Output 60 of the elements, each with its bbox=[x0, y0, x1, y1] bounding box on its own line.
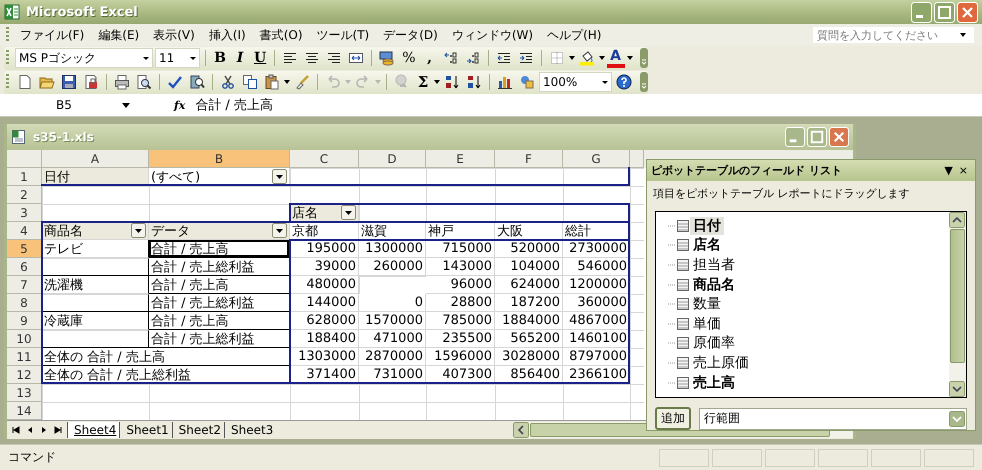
table-cell: 104000 bbox=[495, 258, 563, 276]
table-cell: 1300000 bbox=[359, 240, 426, 258]
status-text: コマンド bbox=[8, 449, 56, 466]
table-cell: 合計 / 売上総利益 bbox=[149, 294, 290, 312]
table-cell: 520000 bbox=[495, 240, 563, 258]
panel-title: ピボットテーブルのフィールド リスト bbox=[651, 163, 842, 178]
window-title: Microsoft Excel bbox=[26, 4, 138, 20]
table-cell: 785000 bbox=[426, 312, 495, 330]
table-cell: 188400 bbox=[290, 330, 359, 348]
table-cell: 2870000 bbox=[359, 348, 426, 366]
table-cell: 143000 bbox=[426, 258, 495, 276]
table-cell: 合計 / 売上高 bbox=[149, 276, 290, 294]
table-cell: 731000 bbox=[359, 366, 426, 384]
table-cell: 1460100 bbox=[563, 330, 630, 348]
table-cell: 371400 bbox=[290, 366, 359, 384]
table-cell: 28800 bbox=[426, 294, 495, 312]
table-cell: 神戸 bbox=[426, 222, 495, 240]
table-cell: 235500 bbox=[426, 330, 495, 348]
table-cell: 471000 bbox=[359, 330, 426, 348]
table-cell: 合計 / 売上高 bbox=[149, 240, 290, 258]
table-cell: 144000 bbox=[290, 294, 359, 312]
table-cell: 4867000 bbox=[563, 312, 630, 330]
table-cell: 滋賀 bbox=[359, 222, 426, 240]
table-cell: 187200 bbox=[495, 294, 563, 312]
table-cell: 2730000 bbox=[563, 240, 630, 258]
table-cell: 360000 bbox=[563, 294, 630, 312]
table-cell: 総計 bbox=[563, 222, 630, 240]
table-cell: 3028000 bbox=[495, 348, 563, 366]
table-cell: 628000 bbox=[290, 312, 359, 330]
table-cell: 8797000 bbox=[563, 348, 630, 366]
table-cell: 全体の 合計 / 売上総利益 bbox=[42, 366, 290, 384]
table-cell: 全体の 合計 / 売上高 bbox=[42, 348, 290, 366]
table-cell: 合計 / 売上総利益 bbox=[149, 330, 290, 348]
table-cell: 715000 bbox=[426, 240, 495, 258]
table-cell: 2366100 bbox=[563, 366, 630, 384]
table-cell: 合計 / 売上高 bbox=[149, 312, 290, 330]
table-cell: テレビ bbox=[42, 240, 149, 258]
table-cell: 260000 bbox=[359, 258, 426, 276]
table-cell: 1596000 bbox=[426, 348, 495, 366]
table-cell: 39000 bbox=[290, 258, 359, 276]
table-cell: 480000 bbox=[290, 276, 359, 294]
table-cell: 407300 bbox=[426, 366, 495, 384]
instruction-text: 項目をピボットテーブル レポートにドラッグします bbox=[652, 186, 910, 202]
table-cell: 1303000 bbox=[290, 348, 359, 366]
table-cell: 合計 / 売上総利益 bbox=[149, 258, 290, 276]
table-cell: 96000 bbox=[426, 276, 495, 294]
table-cell: 856400 bbox=[495, 366, 563, 384]
table-cell: 1884000 bbox=[495, 312, 563, 330]
table-cell: 546000 bbox=[563, 258, 630, 276]
table-cell: 京都 bbox=[290, 222, 359, 240]
table-cell: 1200000 bbox=[563, 276, 630, 294]
table-cell: 大阪 bbox=[495, 222, 563, 240]
table-cell: 1570000 bbox=[359, 312, 426, 330]
table-cell: 冷蔵庫 bbox=[42, 312, 149, 330]
workbook-title: s35-1.xls bbox=[33, 130, 94, 144]
table-cell: 洗濯機 bbox=[42, 276, 149, 294]
table-cell: 0 bbox=[359, 294, 426, 312]
table-cell: 565200 bbox=[495, 330, 563, 348]
table-cell: 195000 bbox=[290, 240, 359, 258]
table-cell: 624000 bbox=[495, 276, 563, 294]
